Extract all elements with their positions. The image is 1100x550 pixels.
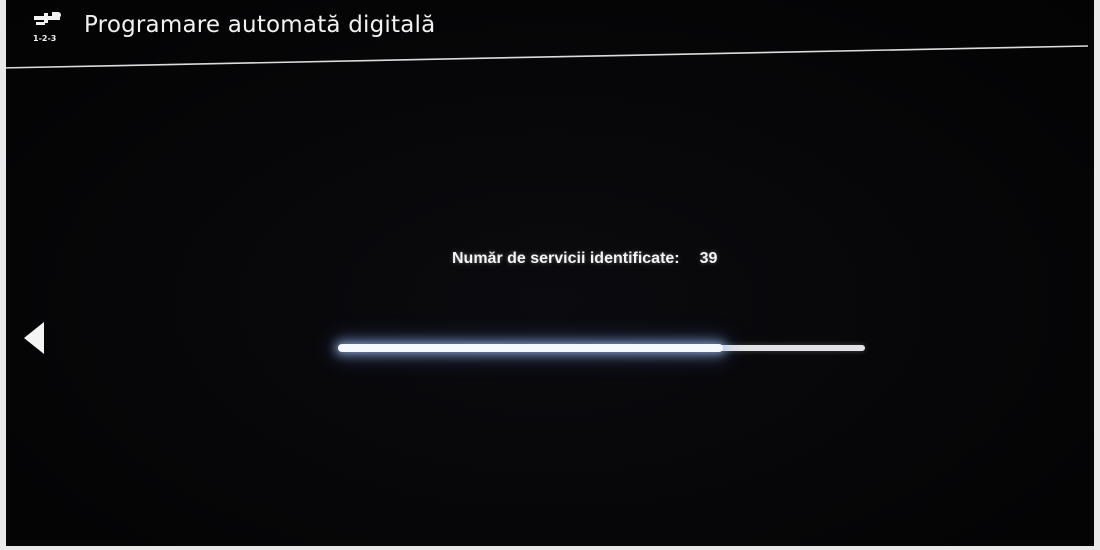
services-found-count: 39 bbox=[699, 250, 718, 267]
services-found-label: Număr de servicii identificate: bbox=[452, 250, 680, 267]
header-divider bbox=[0, 45, 1088, 69]
bezel-bottom bbox=[0, 546, 1100, 550]
bezel-right bbox=[1094, 0, 1100, 550]
services-found-status: Număr de servicii identificate: 39 bbox=[452, 250, 717, 268]
tv-screen: 1-2-3 Programare automată digitală Număr… bbox=[0, 0, 1100, 550]
bezel-left bbox=[0, 0, 6, 550]
scan-progress-bar bbox=[338, 344, 865, 352]
scan-progress-fill bbox=[338, 344, 723, 352]
left-arrow-icon[interactable] bbox=[22, 320, 46, 356]
